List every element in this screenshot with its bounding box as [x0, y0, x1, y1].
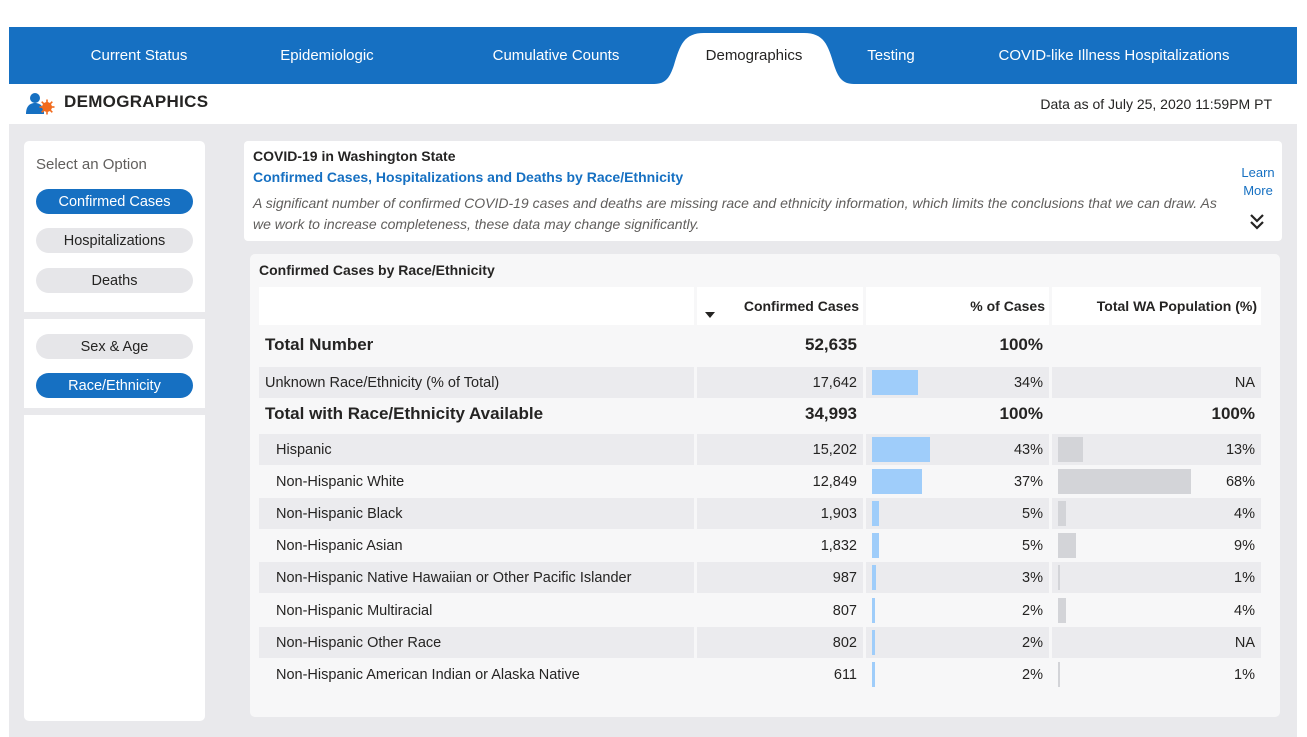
tab-current-status[interactable]: Current Status	[49, 27, 229, 84]
option-deaths-button[interactable]: Deaths	[36, 268, 193, 293]
tab-testing[interactable]: Testing	[841, 27, 941, 84]
learn-more-line2: More	[1243, 183, 1273, 198]
top-navigation: Current Status Epidemiologic Cumulative …	[9, 27, 1297, 84]
row-pct-cases: 3%	[1022, 569, 1043, 586]
row-confirmed-cases: 611	[833, 666, 857, 683]
select-option-label: Select an Option	[36, 156, 147, 173]
row-pct-cases: 2%	[1022, 666, 1043, 683]
row-label: Total Number	[265, 334, 374, 354]
row-pct-cases: 2%	[1022, 602, 1043, 619]
option-sex-age-button[interactable]: Sex & Age	[36, 334, 193, 359]
row-label: Non-Hispanic Asian	[276, 537, 403, 554]
sort-descending-icon[interactable]	[705, 311, 715, 319]
row-label: Hispanic	[276, 441, 332, 458]
row-confirmed-cases: 17,642	[812, 374, 857, 391]
option-hospitalizations-button[interactable]: Hospitalizations	[36, 228, 193, 253]
row-wa-population	[1052, 329, 1255, 360]
row-pct-cases: 37%	[1013, 473, 1043, 490]
tab-covid-like-illness-hospitalizations[interactable]: COVID-like Illness Hospitalizations	[964, 27, 1264, 84]
row-wa-population: NA	[1234, 374, 1255, 391]
column-header-confirmed-cases[interactable]: Confirmed Cases	[697, 287, 863, 325]
row-pct-cases: 5%	[1022, 537, 1043, 554]
row-pct-cases: 34%	[1013, 374, 1043, 391]
column-header-pct-cases[interactable]: % of Cases	[866, 287, 1049, 325]
row-confirmed-cases: 15,202	[812, 441, 857, 458]
row-wa-population: NA	[1234, 634, 1255, 651]
tab-epidemiologic[interactable]: Epidemiologic	[247, 27, 407, 84]
row-wa-population: 4%	[1234, 505, 1255, 522]
column-header-wa-population[interactable]: Total WA Population (%)	[1052, 287, 1261, 325]
row-pct-cases: 100%	[999, 403, 1043, 423]
row-wa-population: 9%	[1234, 537, 1255, 554]
data-as-of-date: Data as of July 25, 2020 11:59PM PT	[1040, 96, 1272, 112]
learn-more-line1: Learn	[1241, 165, 1275, 180]
row-label: Non-Hispanic Black	[276, 505, 403, 522]
row-label: Total with Race/Ethnicity Available	[265, 403, 544, 423]
learn-more-link[interactable]: Learn More	[1234, 164, 1282, 200]
row-label: Non-Hispanic Native Hawaiian or Other Pa…	[276, 569, 632, 586]
row-confirmed-cases: 1,903	[820, 505, 857, 522]
row-label: Non-Hispanic Multiracial	[276, 602, 433, 619]
row-label: Non-Hispanic Other Race	[276, 634, 442, 651]
row-confirmed-cases: 802	[832, 634, 857, 651]
row-wa-population: 4%	[1234, 602, 1255, 619]
column-header-category[interactable]	[259, 287, 694, 325]
row-confirmed-cases: 12,849	[812, 473, 857, 490]
row-wa-population: 100%	[1211, 403, 1255, 423]
sidebar-divider	[24, 312, 205, 319]
tab-cumulative-counts[interactable]: Cumulative Counts	[466, 27, 646, 84]
row-label: Non-Hispanic White	[276, 473, 405, 490]
row-wa-population: 68%	[1225, 473, 1255, 490]
row-confirmed-cases: 807	[832, 602, 857, 619]
row-confirmed-cases: 52,635	[805, 334, 857, 354]
option-confirmed-cases-button[interactable]: Confirmed Cases	[36, 189, 193, 214]
row-wa-population: 1%	[1234, 666, 1255, 683]
row-pct-cases: 2%	[1022, 634, 1043, 651]
table-title: Confirmed Cases by Race/Ethnicity	[259, 262, 495, 278]
page-title: DEMOGRAPHICS	[64, 92, 209, 111]
info-heading: COVID-19 in Washington State	[253, 148, 456, 164]
sidebar-divider	[24, 408, 205, 415]
info-description: A significant number of confirmed COVID-…	[253, 195, 1217, 232]
row-pct-cases: 5%	[1022, 505, 1043, 522]
row-pct-cases: 100%	[999, 334, 1043, 354]
row-label: Unknown Race/Ethnicity (% of Total)	[265, 374, 500, 391]
option-race-ethnicity-button[interactable]: Race/Ethnicity	[36, 373, 193, 398]
row-pct-cases: 43%	[1013, 441, 1043, 458]
row-confirmed-cases: 34,993	[805, 403, 857, 423]
double-chevron-down-icon[interactable]	[1249, 213, 1265, 231]
row-confirmed-cases: 1,832	[820, 537, 857, 554]
row-wa-population: 13%	[1225, 441, 1255, 458]
info-subheading: Confirmed Cases, Hospitalizations and De…	[253, 169, 684, 185]
tab-demographics[interactable]: Demographics	[674, 27, 834, 84]
row-confirmed-cases: 987	[832, 569, 857, 586]
people-virus-icon	[26, 93, 55, 115]
row-label: Non-Hispanic American Indian or Alaska N…	[276, 666, 580, 683]
row-wa-population: 1%	[1234, 569, 1255, 586]
